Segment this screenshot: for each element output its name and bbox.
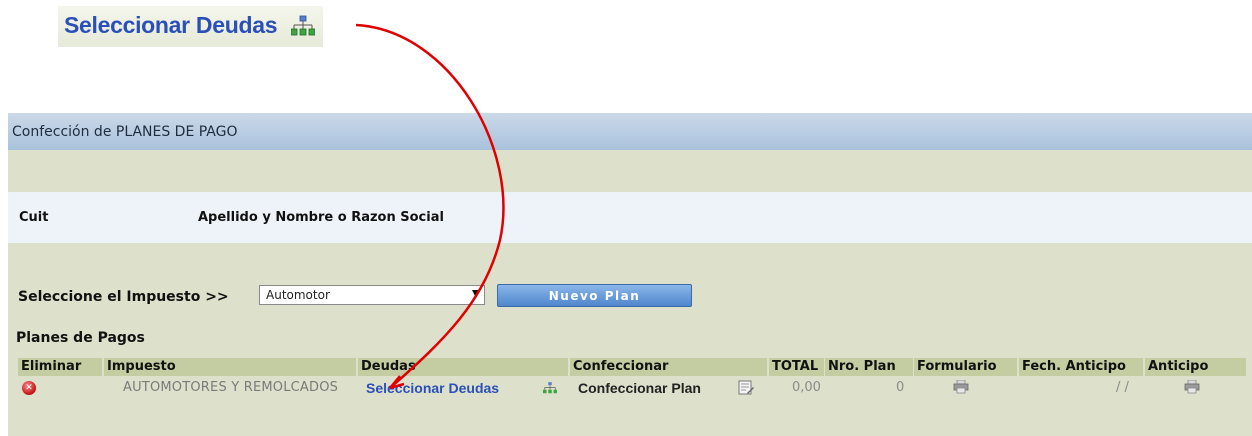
cell-fech-anticipo: / / xyxy=(1116,380,1129,395)
cell-nro-plan: 0 xyxy=(896,380,905,395)
col-nro-plan: Nro. Plan xyxy=(825,358,913,376)
col-fech-anticipo: Fech. Anticipo xyxy=(1019,358,1143,376)
select-debts-link[interactable]: Seleccionar Deudas xyxy=(366,380,499,396)
name-label: Apellido y Nombre o Razon Social xyxy=(198,210,444,225)
plans-title: Planes de Pagos xyxy=(16,330,145,346)
cell-total: 0,00 xyxy=(792,380,821,395)
edit-form-icon[interactable] xyxy=(738,380,754,400)
taxpayer-strip: Cuit Apellido y Nombre o Razon Social xyxy=(8,192,1252,243)
cell-impuesto: AUTOMOTORES Y REMOLCADOS xyxy=(123,380,339,395)
table-header: Eliminar Impuesto Deudas Confeccionar TO… xyxy=(18,358,1246,376)
new-plan-label: Nuevo Plan xyxy=(548,288,641,303)
col-eliminar: Eliminar xyxy=(18,358,102,376)
col-confeccionar: Confeccionar xyxy=(570,358,767,376)
col-formulario: Formulario xyxy=(914,358,1017,376)
org-chart-icon xyxy=(291,15,316,37)
new-plan-button[interactable]: Nuevo Plan xyxy=(497,284,692,307)
print-icon[interactable] xyxy=(953,379,969,398)
col-impuesto: Impuesto xyxy=(104,358,356,376)
tax-select[interactable]: Automotor xyxy=(259,285,485,305)
col-anticipo: Anticipo xyxy=(1145,358,1246,376)
print-icon[interactable] xyxy=(1184,379,1200,398)
payment-plans-panel: Confección de PLANES DE PAGO Cuit Apelli… xyxy=(8,113,1252,436)
make-plan-link[interactable]: Confeccionar Plan xyxy=(578,380,701,396)
callout-zoom: Seleccionar Deudas xyxy=(58,6,324,47)
callout-label: Seleccionar Deudas xyxy=(64,12,278,38)
delete-icon[interactable]: ✕ xyxy=(22,381,36,395)
col-total: TOTAL xyxy=(769,358,824,376)
tax-prompt: Seleccione el Impuesto >> xyxy=(18,285,229,309)
org-chart-icon[interactable] xyxy=(543,381,557,399)
col-deudas: Deudas xyxy=(358,358,568,376)
panel-title: Confección de PLANES DE PAGO xyxy=(12,123,238,140)
cuit-label: Cuit xyxy=(19,210,49,225)
tax-prompt-label: Seleccione el Impuesto >> xyxy=(18,289,229,305)
table-row: ✕ AUTOMOTORES Y REMOLCADOS Seleccionar D… xyxy=(18,378,1246,400)
panel-header: Confección de PLANES DE PAGO xyxy=(8,113,1252,150)
dropdown-arrow-icon xyxy=(472,290,480,298)
tax-select-value: Automotor xyxy=(266,288,330,302)
